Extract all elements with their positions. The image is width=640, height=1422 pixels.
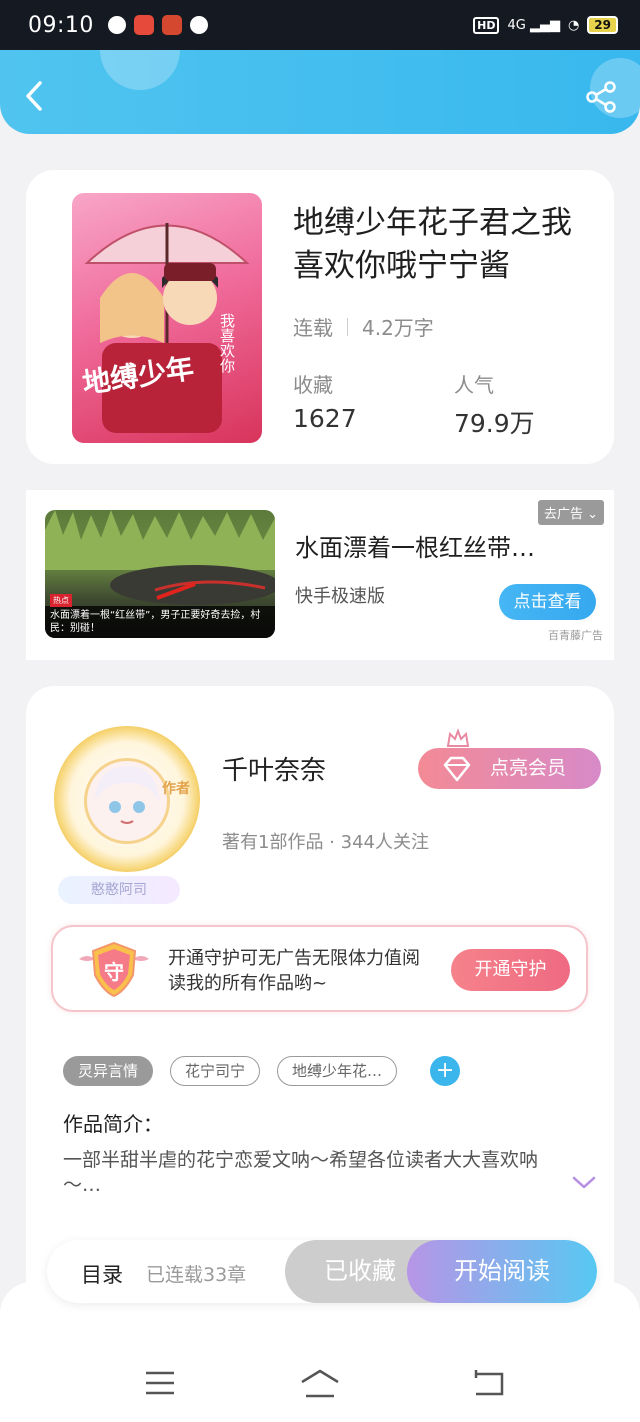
- back-icon[interactable]: [18, 78, 54, 114]
- crown-icon: [446, 728, 470, 747]
- book-status-row: 连载 4.2万字: [293, 312, 434, 341]
- menu-icon[interactable]: [138, 1368, 182, 1398]
- status-bar: 09:10 HD 4G ▂▄▆ ◔ 29: [0, 0, 640, 50]
- author-tag: 作者: [162, 781, 190, 797]
- ad-cta-button[interactable]: 点击查看: [499, 584, 596, 620]
- popularity-label: 人气: [454, 373, 494, 397]
- cover-illustration: 地缚少年 我喜欢你: [80, 223, 250, 433]
- svg-text:守: 守: [104, 960, 124, 984]
- ad-title[interactable]: 水面漂着一根红丝带…: [295, 528, 585, 563]
- intro-title: 作品简介：: [63, 1112, 163, 1136]
- app-notification-icon: [161, 15, 182, 35]
- tag-item[interactable]: 地缚少年花…: [277, 1056, 398, 1086]
- guard-button[interactable]: 开通守护: [451, 949, 570, 991]
- author-name[interactable]: 千叶奈奈: [222, 750, 326, 787]
- book-title: 地缚少年花子君之我喜欢你哦宁宁酱: [293, 205, 572, 284]
- header: [0, 50, 640, 134]
- author-badge: 憨憨阿司: [58, 876, 180, 904]
- avatar-image: [84, 758, 170, 844]
- popularity-value: 79.9万: [454, 409, 535, 438]
- hot-tag: 热点: [50, 594, 72, 607]
- ad-close-button[interactable]: 去广告 ⌄: [537, 500, 604, 525]
- add-tag-button[interactable]: +: [430, 1056, 461, 1086]
- back-nav-icon[interactable]: [466, 1368, 510, 1398]
- book-info-card: 地缚少年 我喜欢你 地缚少年花子君之我喜欢你哦宁宁酱 连载 4.2万字 收藏 1…: [26, 170, 614, 464]
- guard-text: 开通守护可无广告无限体力值阅读我的所有作品哟~: [168, 948, 420, 994]
- share-icon[interactable]: [584, 80, 618, 114]
- tag-item[interactable]: 灵异言情: [63, 1056, 154, 1086]
- toc-button[interactable]: 目录: [81, 1259, 123, 1289]
- home-icon[interactable]: [298, 1368, 342, 1398]
- chevron-down-icon: ⌄: [587, 507, 598, 522]
- chapter-count: 已连载33章: [146, 1264, 247, 1286]
- notification-icon: [107, 16, 126, 34]
- ad-banner[interactable]: 热点 水面漂着一根“红丝带”，男子正要好奇去捡，村民：别碰！ 水面漂着一根红丝带…: [26, 490, 614, 660]
- ad-image-caption: 热点 水面漂着一根“红丝带”，男子正要好奇去捡，村民：别碰！: [45, 594, 275, 638]
- ad-image[interactable]: 热点 水面漂着一根“红丝带”，男子正要好奇去捡，村民：别碰！: [45, 510, 275, 638]
- tag-list: 灵异言情 花宁司宁 地缚少年花… +: [63, 1056, 461, 1086]
- cover-side-art: 我喜欢你: [218, 313, 236, 373]
- app-notification-icon: [133, 15, 154, 35]
- vip-button[interactable]: 点亮会员: [418, 748, 601, 789]
- author-meta: 著有1部作品 · 344人关注: [222, 832, 429, 853]
- decoration-bubble: [100, 50, 180, 90]
- hd-icon: HD: [473, 16, 500, 34]
- battery-icon: 29: [587, 16, 618, 34]
- ad-source: 快手极速版: [295, 586, 385, 607]
- author-avatar[interactable]: 作者: [54, 726, 200, 872]
- start-reading-button[interactable]: 开始阅读: [407, 1240, 597, 1303]
- author-card: 作者 憨憨阿司 千叶奈奈 著有1部作品 · 344人关注 点亮会员 守 开通守护…: [26, 686, 614, 1306]
- system-nav-bar: [0, 1282, 640, 1422]
- guard-banner[interactable]: 守 开通守护可无广告无限体力值阅读我的所有作品哟~ 开通守护: [51, 925, 588, 1012]
- status-time: 09:10: [28, 12, 94, 38]
- serial-status: 连载: [293, 316, 333, 340]
- intro-text[interactable]: 一部半甜半虐的花宁恋爱文呐～希望各位读者大大喜欢呐～…: [63, 1148, 553, 1198]
- wifi-icon: ◔: [567, 17, 580, 33]
- guard-shield-icon: 守: [79, 941, 149, 998]
- ad-brand: 百青藤广告: [548, 629, 603, 642]
- book-cover[interactable]: 地缚少年 我喜欢你: [72, 193, 262, 443]
- tag-item[interactable]: 花宁司宁: [170, 1056, 261, 1086]
- divider: [347, 317, 348, 336]
- word-count: 4.2万字: [362, 316, 434, 340]
- chevron-down-icon[interactable]: [572, 1176, 596, 1190]
- favorites-label: 收藏: [293, 373, 333, 397]
- bottom-action-bar: 目录 已连载33章 已收藏 开始阅读: [47, 1240, 597, 1303]
- favorites-value: 1627: [293, 404, 357, 433]
- diamond-icon: [443, 756, 471, 782]
- signal-icon: 4G ▂▄▆: [507, 17, 560, 33]
- check-icon: [189, 16, 208, 34]
